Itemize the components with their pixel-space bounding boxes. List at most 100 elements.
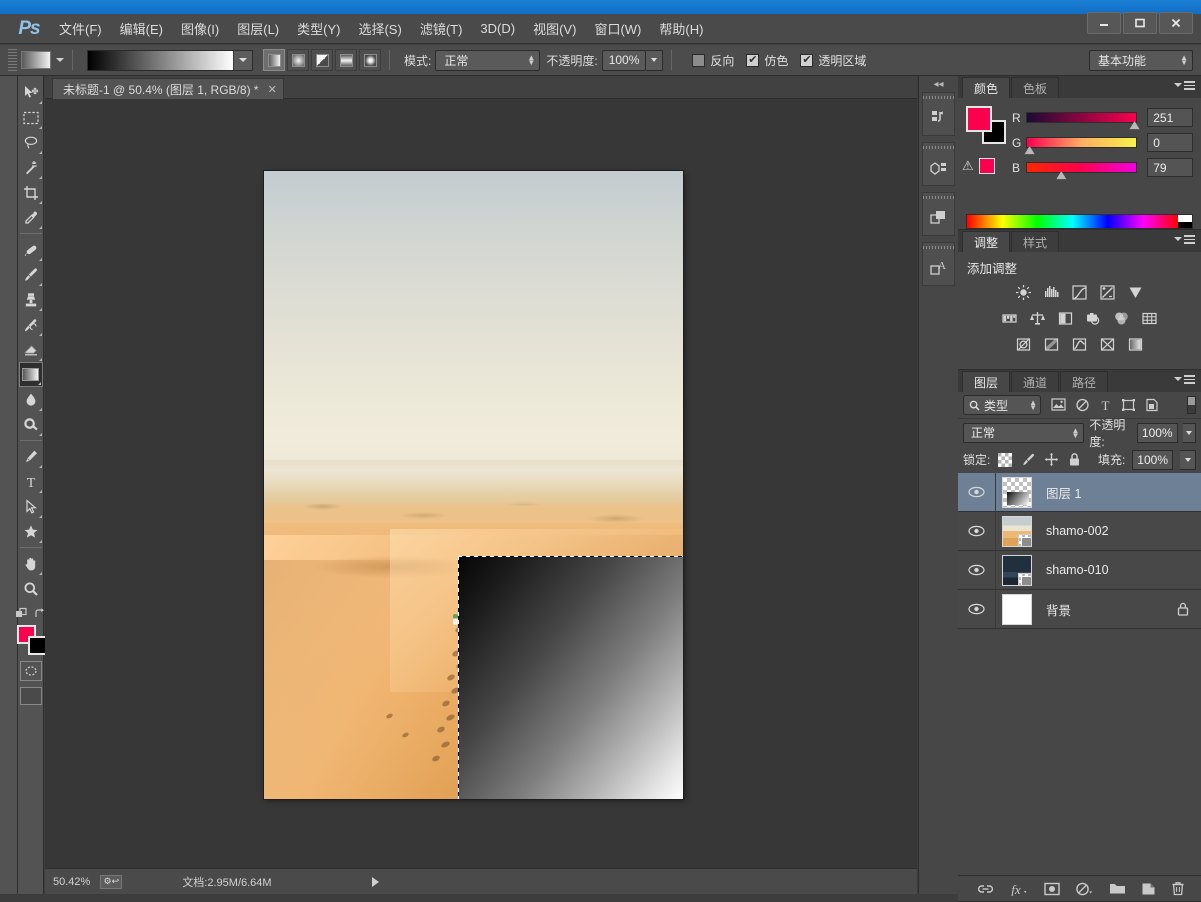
layer-fill-chevron-icon[interactable]	[1180, 449, 1196, 470]
layer-visibility-toggle[interactable]	[958, 512, 996, 550]
transparency-checkbox[interactable]: ✔	[800, 53, 814, 67]
tool-preset-chevron-icon[interactable]	[56, 58, 64, 62]
adjustment-filter-icon[interactable]	[1075, 398, 1090, 412]
workspace-switcher[interactable]: 基本功能 ▲ ▼	[1089, 49, 1193, 71]
minimize-button[interactable]	[1087, 12, 1121, 34]
layer-opacity-chevron-icon[interactable]	[1182, 422, 1196, 443]
layer-name[interactable]: 背景	[1046, 600, 1071, 619]
crop-tool[interactable]	[19, 180, 43, 205]
opacity-chevron-icon[interactable]	[646, 49, 664, 71]
type-filter-icon[interactable]: T	[1099, 398, 1112, 412]
layer-thumbnail[interactable]	[1002, 515, 1032, 547]
panel-grip[interactable]	[923, 93, 954, 101]
channel-mixer-icon[interactable]	[1111, 308, 1132, 328]
threshold-icon[interactable]	[1069, 334, 1090, 354]
layer-name[interactable]: shamo-010	[1046, 563, 1109, 577]
photo-filter-icon[interactable]	[1083, 308, 1104, 328]
angle-gradient-button[interactable]	[311, 49, 333, 71]
dodge-tool[interactable]	[19, 412, 43, 437]
menu-file[interactable]: 文件(F)	[50, 15, 111, 42]
reflected-gradient-button[interactable]	[335, 49, 357, 71]
lock-all-icon[interactable]	[1066, 452, 1082, 468]
smartobject-filter-icon[interactable]	[1145, 398, 1159, 412]
close-button[interactable]	[1159, 12, 1193, 34]
eyedropper-tool[interactable]	[19, 205, 43, 230]
menu-type[interactable]: 类型(Y)	[288, 15, 349, 42]
brush-tool[interactable]	[19, 262, 43, 287]
path-selection-tool[interactable]	[19, 494, 43, 519]
layer-visibility-toggle[interactable]	[958, 590, 996, 628]
character-styles-group[interactable]: A	[922, 242, 955, 286]
color-lookup-icon[interactable]	[1139, 308, 1160, 328]
lock-position-icon[interactable]	[1043, 452, 1059, 468]
tab-layers[interactable]: 图层	[962, 371, 1011, 392]
lock-transparency-icon[interactable]	[997, 452, 1013, 468]
opacity-value[interactable]: 100%	[601, 49, 647, 71]
invert-icon[interactable]	[1013, 334, 1034, 354]
curves-icon[interactable]	[1069, 282, 1090, 302]
black-white-icon[interactable]	[1055, 308, 1076, 328]
new-group-icon[interactable]	[1109, 882, 1126, 895]
mini-bridge-icon[interactable]	[923, 151, 954, 185]
linear-gradient-button[interactable]	[263, 49, 285, 71]
menu-view[interactable]: 视图(V)	[524, 15, 585, 42]
color-panel-menu-button[interactable]	[1174, 81, 1195, 90]
channel-value-b[interactable]: 79	[1147, 158, 1194, 177]
zoom-level[interactable]: 50.42%	[53, 876, 90, 888]
close-icon[interactable]: ✕	[268, 83, 277, 96]
lasso-tool[interactable]	[19, 130, 43, 155]
gradient-tool[interactable]	[18, 362, 43, 387]
blur-tool[interactable]	[19, 387, 43, 412]
menu-3d[interactable]: 3D(D)	[471, 17, 524, 40]
color-spectrum-bar[interactable]	[966, 214, 1193, 229]
layer-comps-group[interactable]	[922, 192, 955, 236]
layers-panel-menu-button[interactable]	[1174, 375, 1195, 384]
tab-adjustments[interactable]: 调整	[962, 231, 1011, 252]
dither-checkbox[interactable]: ✔	[746, 53, 760, 67]
layer-name[interactable]: shamo-002	[1046, 524, 1109, 538]
layer-mask-icon[interactable]	[1044, 882, 1060, 896]
channel-slider-b[interactable]	[1025, 162, 1138, 180]
adjustments-panel-menu-button[interactable]	[1174, 235, 1195, 244]
menu-filter[interactable]: 滤镜(T)	[411, 15, 472, 42]
gradient-map-icon[interactable]	[1097, 334, 1118, 354]
mini-bridge-group[interactable]	[922, 142, 955, 186]
channel-value-r[interactable]: 251	[1147, 108, 1194, 127]
panel-grip[interactable]	[923, 143, 954, 151]
quick-mask-button[interactable]	[19, 661, 42, 681]
document-tab[interactable]: 未标题-1 @ 50.4% (图层 1, RGB/8) * ✕	[52, 78, 284, 99]
hue-saturation-icon[interactable]	[999, 308, 1020, 328]
layer-thumbnail[interactable]	[1002, 593, 1032, 625]
maximize-button[interactable]	[1123, 12, 1157, 34]
type-tool[interactable]: T	[19, 469, 43, 494]
menu-layer[interactable]: 图层(L)	[228, 15, 288, 42]
tab-styles[interactable]: 样式	[1011, 231, 1060, 252]
pixel-filter-icon[interactable]	[1051, 398, 1066, 412]
history-brush-tool[interactable]	[19, 312, 43, 337]
character-styles-icon[interactable]: A	[923, 251, 954, 285]
reverse-checkbox-wrap[interactable]: ✔ 反向	[692, 52, 734, 69]
layer-fill-value[interactable]: 100%	[1132, 449, 1173, 470]
tab-swatches[interactable]: 色板	[1011, 77, 1060, 98]
menu-help[interactable]: 帮助(H)	[650, 15, 712, 42]
gradient-preset-chevron-icon[interactable]	[233, 50, 252, 70]
tab-color[interactable]: 颜色	[962, 77, 1011, 98]
eraser-tool[interactable]	[19, 337, 43, 362]
layer-filter-toggle[interactable]	[1187, 396, 1196, 414]
link-layers-icon[interactable]	[977, 883, 994, 895]
brightness-contrast-icon[interactable]	[1013, 282, 1034, 302]
layer-blend-mode-select[interactable]: 正常 ▲ ▼	[963, 422, 1085, 443]
table-row[interactable]: shamo-010	[958, 551, 1201, 590]
background-color-swatch[interactable]	[27, 636, 47, 655]
pen-tool[interactable]	[19, 444, 43, 469]
menu-select[interactable]: 选择(S)	[349, 15, 410, 42]
transparency-checkbox-wrap[interactable]: ✔ 透明区域	[800, 52, 866, 69]
dither-checkbox-wrap[interactable]: ✔ 仿色	[746, 52, 788, 69]
reverse-checkbox[interactable]: ✔	[692, 53, 706, 67]
expand-panels-button[interactable]: ◂◂	[919, 76, 958, 92]
layer-comps-icon[interactable]	[923, 201, 954, 235]
shape-filter-icon[interactable]	[1121, 398, 1136, 412]
menu-window[interactable]: 窗口(W)	[585, 15, 650, 42]
panel-grip[interactable]	[923, 193, 954, 201]
healing-brush-tool[interactable]	[19, 237, 43, 262]
